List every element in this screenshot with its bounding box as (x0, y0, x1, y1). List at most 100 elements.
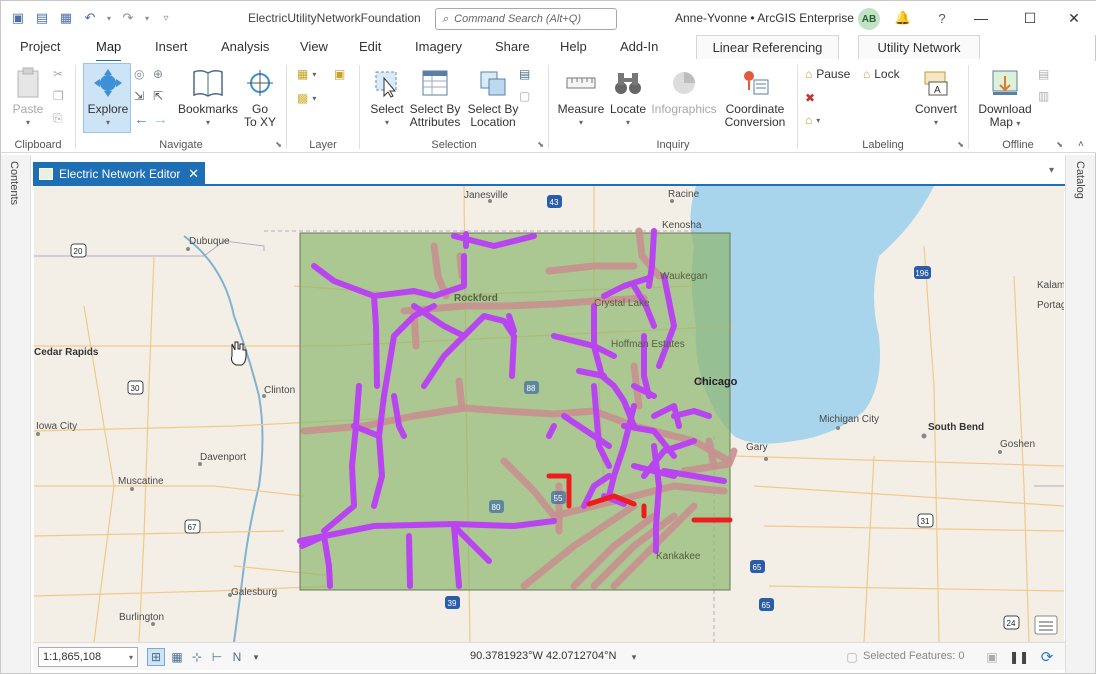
download-map-button[interactable]: Download Map ▾ (974, 65, 1036, 130)
customize-toolbar-icon[interactable]: ▿ (157, 9, 175, 27)
sync-icon[interactable]: ▤ (1038, 67, 1049, 81)
remove-offline-icon[interactable]: ▥ (1038, 89, 1049, 103)
open-folder-icon[interactable]: ▤ (33, 9, 51, 27)
measure-toggle-icon[interactable]: ⊢ (208, 648, 226, 666)
dialog-launcher-icon[interactable]: ⬊ (957, 140, 964, 149)
redo-icon[interactable]: ↷ (119, 9, 137, 27)
chevron-down-icon[interactable]: ▾ (247, 648, 265, 666)
minimize-button[interactable]: — (958, 5, 1004, 31)
add-preset-icon[interactable]: ▩ ▾ (297, 91, 316, 105)
infographics-button[interactable]: Infographics (650, 65, 718, 116)
catalog-dock-label[interactable]: Catalog (1074, 161, 1086, 199)
notifications-icon[interactable]: 🔔 (894, 9, 912, 27)
tab-linear-referencing[interactable]: Linear Referencing (696, 35, 839, 59)
map-view[interactable]: 43 20 196 30 88 80 55 67 31 39 65 24 65 (34, 186, 1064, 642)
close-window-button[interactable]: ✕ (1051, 5, 1096, 31)
contents-dock-label[interactable]: Contents (8, 161, 20, 205)
tab-project[interactable]: Project (20, 39, 60, 59)
group-separator (968, 65, 969, 149)
copy-path-icon[interactable]: ⎘ (53, 111, 63, 126)
pause-drawing-icon[interactable]: ❚❚ (1009, 648, 1029, 666)
tab-map[interactable]: Map (96, 39, 122, 62)
dialog-launcher-icon[interactable]: ⬊ (275, 140, 282, 149)
map-icon (39, 167, 53, 180)
bookmarks-button[interactable]: Bookmarks ▾ (177, 65, 239, 129)
undo-icon[interactable]: ↶ (81, 9, 99, 27)
collapse-ribbon-icon[interactable]: ˄ (1078, 139, 1084, 150)
dialog-launcher-icon[interactable]: ⬊ (537, 140, 544, 149)
cut-icon[interactable]: ✂ (53, 67, 63, 81)
refresh-icon[interactable]: ⟳ (1038, 648, 1056, 666)
paste-button[interactable]: Paste ▾ (9, 65, 47, 129)
lock-labels-button[interactable]: ⌂ Lock (863, 67, 900, 81)
copy-icon[interactable]: ❐ (53, 89, 64, 103)
catalog-dock[interactable]: Catalog (1065, 155, 1095, 673)
north-arrow-icon[interactable]: N (228, 648, 246, 666)
map-view-tab[interactable]: Electric Network Editor ✕ (33, 162, 205, 185)
tab-analysis[interactable]: Analysis (221, 39, 269, 59)
add-data-icon[interactable]: ▦ ▾ (297, 67, 316, 81)
tab-insert[interactable]: Insert (155, 39, 188, 59)
grid-icon[interactable]: ▦ (168, 648, 186, 666)
layer-group-label: Layer (309, 139, 337, 151)
previous-extent-icon[interactable]: ← (134, 111, 149, 128)
select-by-attributes-button[interactable]: Select By Attributes (407, 65, 463, 129)
go-to-xy-button[interactable]: Go To XY (241, 65, 279, 129)
tab-edit[interactable]: Edit (359, 39, 381, 59)
project-icon[interactable]: ▣ (9, 9, 27, 27)
selection-group: Select ▾ Select By Attributes Select By … (361, 61, 547, 153)
refresh-extent-icon[interactable]: ▣ (983, 648, 1001, 666)
tab-imagery[interactable]: Imagery (415, 39, 462, 59)
attributes-table-icon[interactable]: ▤ (519, 67, 530, 81)
select-by-location-button[interactable]: Select By Location (465, 65, 521, 129)
full-extent-icon[interactable]: ◎ (134, 67, 144, 81)
contents-dock[interactable]: Contents (1, 155, 31, 673)
map-tools-button[interactable] (1034, 615, 1058, 635)
city-label: Cedar Rapids (34, 347, 99, 358)
coordinate-format-dropdown-icon[interactable]: ▾ (625, 648, 643, 666)
label-options-icon[interactable]: ⌂ ▾ (805, 113, 820, 127)
chevron-down-icon: ▾ (384, 118, 389, 127)
map-canvas[interactable]: 43 20 196 30 88 80 55 67 31 39 65 24 65 (34, 186, 1064, 642)
tab-view[interactable]: View (300, 39, 328, 59)
next-extent-icon[interactable]: → (153, 111, 168, 128)
select-button[interactable]: Select ▾ (367, 65, 407, 129)
maximize-button[interactable]: ☐ (1007, 5, 1053, 31)
go-to-label-2: To XY (243, 115, 276, 129)
constraints-icon[interactable]: ⊹ (188, 648, 206, 666)
add-layer-icon[interactable]: ▣ (334, 67, 345, 81)
locate-button[interactable]: Locate ▾ (606, 65, 650, 129)
tab-list-dropdown-icon[interactable]: ▾ (1049, 165, 1054, 176)
scale-selector[interactable]: 1:1,865,108 ▾ (38, 647, 138, 667)
command-search-input[interactable]: ⌕ Command Search (Alt+Q) (435, 8, 617, 30)
unplaced-labels-icon[interactable]: ✖ (805, 91, 815, 105)
city-label: Muscatine (118, 476, 164, 487)
undo-dropdown-icon[interactable]: ▾ (105, 9, 113, 27)
tab-help[interactable]: Help (560, 39, 587, 59)
zoom-out-fixed-icon[interactable]: ⇱ (153, 89, 163, 103)
select-cursor-icon (369, 65, 405, 101)
explore-button[interactable]: Explore ▾ (85, 65, 131, 129)
fixed-zoom-icon[interactable]: ⊕ (153, 67, 163, 81)
close-icon[interactable]: ✕ (188, 166, 199, 182)
dialog-launcher-icon[interactable]: ⬊ (1056, 140, 1063, 149)
lock-label: Lock (874, 67, 900, 81)
explore-icon (90, 65, 126, 101)
save-icon[interactable]: ▦ (57, 9, 75, 27)
city-label: Crystal Lake (594, 298, 650, 309)
locate-label: Locate (609, 102, 647, 116)
tab-share[interactable]: Share (495, 39, 530, 59)
tab-utility-network[interactable]: Utility Network (858, 35, 980, 59)
chevron-down-icon: ▾ (578, 118, 583, 127)
zoom-in-fixed-icon[interactable]: ⇲ (134, 89, 144, 103)
coordinate-conversion-button[interactable]: Coordinate Conversion (720, 65, 790, 129)
clear-selection-icon[interactable]: ▢ (519, 89, 530, 103)
snapping-icon[interactable]: ⊞ (147, 648, 165, 666)
convert-button[interactable]: A Convert ▾ (911, 65, 961, 129)
avatar[interactable]: AB (858, 8, 880, 30)
tab-add-in[interactable]: Add-In (620, 39, 658, 59)
measure-button[interactable]: Measure ▾ (556, 65, 606, 129)
help-icon[interactable]: ? (933, 9, 951, 27)
redo-dropdown-icon[interactable]: ▾ (143, 9, 151, 27)
pause-labels-button[interactable]: ⌂ Pause (805, 67, 850, 81)
